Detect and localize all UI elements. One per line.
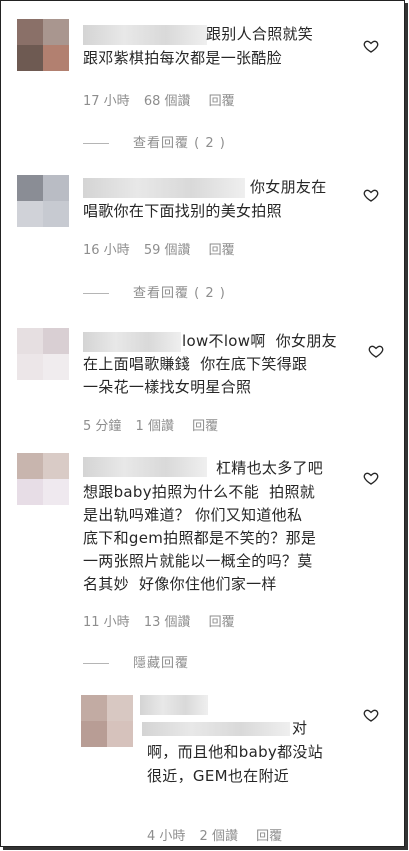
heart-outline-icon[interactable] [363, 470, 379, 486]
reply-button[interactable]: 回覆 [209, 94, 235, 109]
comment-text-line: low不low啊 你女朋友 [182, 332, 337, 350]
reply-button[interactable]: 回覆 [256, 829, 282, 844]
comment-text-line: 很近，GEM也在附近 [147, 767, 290, 785]
comment-text-line: 一两张照片就能以一概全的吗？莫 [83, 552, 313, 570]
comment-meta: 16 小時 59 個讚 回覆 [83, 239, 249, 258]
likes-count[interactable]: 1 個讚 [136, 419, 174, 434]
comment-text-line: 唱歌你在下面找别的美女拍照 [83, 202, 282, 220]
username-redacted[interactable] [83, 25, 207, 45]
comment-text-line: 底下和gem拍照都是不笑的？那是 [83, 529, 317, 547]
comment-text-line: 对 [292, 719, 308, 737]
timestamp: 11 小時 [83, 615, 130, 630]
avatar[interactable] [17, 453, 69, 505]
timestamp: 5 分鐘 [83, 419, 122, 434]
likes-count[interactable]: 59 個讚 [144, 243, 191, 258]
comment-text-line: 跟邓紫棋拍每次都是一张酷脸 [83, 49, 282, 67]
comment-meta: 11 小時 13 個讚 回覆 [83, 611, 249, 630]
comment-text-line: 是出轨吗难道？ 你们又知道他私 [83, 506, 303, 524]
username-redacted[interactable] [83, 457, 207, 477]
avatar[interactable] [17, 328, 69, 380]
comment-text-line: 想跟baby拍照为什么不能 拍照就 [83, 483, 316, 501]
heart-outline-icon[interactable] [363, 187, 379, 203]
divider [83, 143, 109, 144]
comment-text-line: 杠精也太多了吧 [216, 459, 324, 477]
username-redacted[interactable] [83, 332, 181, 352]
comment-text-line: 名其妙 好像你住他们家一样 [83, 575, 277, 593]
heart-outline-icon[interactable] [368, 343, 384, 359]
view-replies-button[interactable]: 查看回覆 ( 2 ) [83, 282, 226, 301]
comment-text-line: 一朵花一樣找女明星合照 [83, 378, 252, 396]
comment-text-line: 跟别人合照就笑 [206, 25, 314, 43]
likes-count[interactable]: 68 個讚 [144, 94, 191, 109]
comment-text-line: 啊，而且他和baby都没站 [147, 743, 324, 761]
view-replies-button[interactable]: 查看回覆 ( 2 ) [83, 132, 226, 151]
avatar[interactable] [17, 175, 69, 227]
comment-meta: 5 分鐘 1 個讚 回覆 [83, 415, 232, 434]
avatar[interactable] [81, 695, 133, 747]
divider [83, 293, 109, 294]
reply-button[interactable]: 回覆 [192, 419, 218, 434]
heart-outline-icon[interactable] [363, 707, 379, 723]
username-redacted[interactable] [142, 722, 290, 736]
likes-count[interactable]: 2 個讚 [200, 829, 238, 844]
comment-meta: 17 小時 68 個讚 回覆 [83, 90, 249, 109]
timestamp: 4 小時 [147, 829, 186, 844]
comment-meta: 4 小時 2 個讚 回覆 [147, 825, 296, 844]
timestamp: 16 小時 [83, 243, 130, 258]
comments-panel: 跟别人合照就笑 跟邓紫棋拍每次都是一张酷脸 17 小時 68 個讚 回覆 查看回… [0, 0, 405, 847]
reply-button[interactable]: 回覆 [209, 243, 235, 258]
username-redacted[interactable] [140, 695, 208, 715]
divider [83, 663, 109, 664]
hide-replies-button[interactable]: 隱藏回覆 [83, 652, 189, 671]
reply-button[interactable]: 回覆 [209, 615, 235, 630]
username-redacted[interactable] [83, 178, 245, 198]
comment-text-line: 你女朋友在 [250, 178, 327, 196]
avatar[interactable] [17, 19, 69, 71]
comment-text-line: 在上面唱歌賺錢 你在底下笑得跟 [83, 355, 308, 373]
heart-outline-icon[interactable] [363, 38, 379, 54]
timestamp: 17 小時 [83, 94, 130, 109]
likes-count[interactable]: 13 個讚 [144, 615, 191, 630]
